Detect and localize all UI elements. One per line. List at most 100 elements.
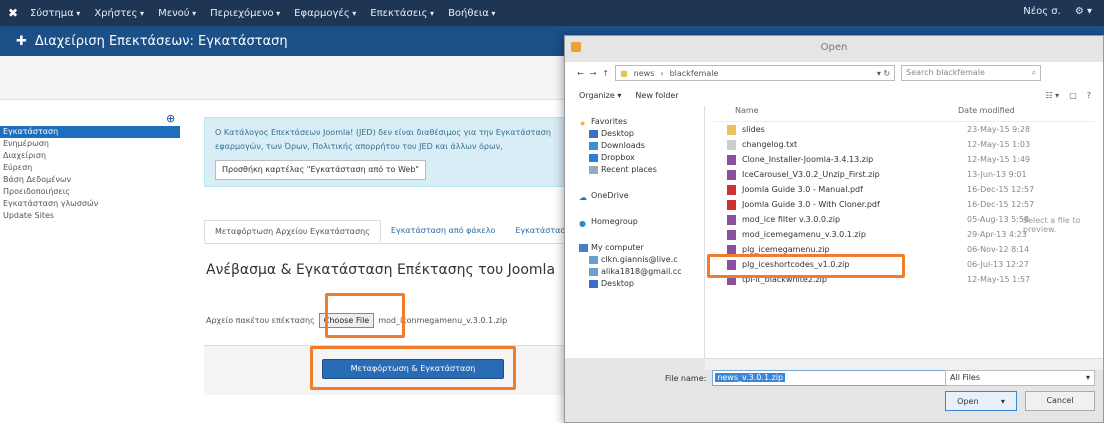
menu-users[interactable]: Χρήστες xyxy=(94,8,144,19)
puzzle-icon: ✚ xyxy=(16,33,27,49)
file-list: slides 23-May-15 9:28 changelog.txt 12-May-… xyxy=(713,122,1095,287)
file-row[interactable]: Joomla Guide 3.0 - With Cloner.pdf 16-Dec… xyxy=(713,197,1095,212)
upload-section-title: Ανέβασμα & Εγκατάσταση Επέκτασης του Joo… xyxy=(206,262,556,278)
search-input[interactable]: Search blackfemale ⌕ xyxy=(901,65,1042,81)
joomla-logo-icon[interactable]: ✖ xyxy=(0,6,26,20)
open-button[interactable]: Open ▾ xyxy=(945,391,1017,411)
menu-extensions[interactable]: Επεκτάσεις xyxy=(370,8,434,19)
cancel-button[interactable]: Cancel xyxy=(1025,391,1095,411)
file-row[interactable]: Joomla Guide 3.0 - Manual.pdf 16-Dec-15 1… xyxy=(713,182,1095,197)
menu-system[interactable]: Σύστημα xyxy=(30,8,80,19)
nav-favorites[interactable]: ★ Favorites xyxy=(579,116,704,128)
up-arrow-icon[interactable]: ↑ xyxy=(602,69,609,78)
file-name: slides xyxy=(742,125,765,134)
file-icon xyxy=(727,199,736,210)
file-name: tpl-it_blackwhite2.zip xyxy=(742,275,827,284)
file-date: 06-Nov-12 8:14 xyxy=(967,245,1030,254)
menu-components[interactable]: Εφαρμογές xyxy=(294,8,356,19)
menu-help[interactable]: Βοήθεια xyxy=(448,8,495,19)
dialog-titlebar: Open xyxy=(565,36,1103,60)
address-bar[interactable]: ■ news › blackfemale ▾ ↻ xyxy=(615,65,896,81)
sidebar-item-discover[interactable]: Εύρεση xyxy=(0,162,180,174)
tab-install-from-folder[interactable]: Εγκατάσταση από φάκελο xyxy=(381,220,505,243)
cloud-icon: ☁ xyxy=(579,192,587,202)
package-file-label: Αρχείο πακέτου επέκτασης xyxy=(206,316,315,325)
file-date: 29-Apr-13 4:23 xyxy=(967,230,1027,239)
file-name: changelog.txt xyxy=(742,140,798,149)
column-name[interactable]: Name xyxy=(713,106,958,121)
sidebar-item-install[interactable]: Εγκατάσταση xyxy=(0,126,180,138)
sidebar-item-install-languages[interactable]: Εγκατάσταση γλωσσών xyxy=(0,198,180,210)
filename-label: File name: xyxy=(665,373,707,383)
file-list-pane: Name Date modified slides 23-May-15 9:28 c… xyxy=(705,106,1103,358)
breadcrumb-blackfemale[interactable]: blackfemale xyxy=(670,69,719,78)
alert-line-2: εφαρμογών, των Όρων, Πολιτικής απορρήτου… xyxy=(215,142,503,151)
sidebar-item-warnings[interactable]: Προειδοποιήσεις xyxy=(0,186,180,198)
choose-file-button[interactable]: Choose File xyxy=(318,313,375,328)
sidebar: ⊕ Εγκατάσταση Ενημέρωση Διαχείριση Εύρεσ… xyxy=(0,112,180,222)
nav-desktop[interactable]: Desktop xyxy=(579,128,704,140)
upload-install-button[interactable]: Μεταφόρτωση & Εγκατάσταση xyxy=(322,359,504,379)
sidebar-item-manage[interactable]: Διαχείριση xyxy=(0,150,180,162)
help-icon[interactable]: ? xyxy=(1087,91,1091,100)
add-web-install-tab-button[interactable]: Προσθήκη καρτέλας "Εγκατάσταση από το We… xyxy=(215,160,427,180)
new-folder-button[interactable]: New folder xyxy=(635,91,678,100)
gear-icon[interactable]: ⚙ ▾ xyxy=(1075,6,1092,17)
file-row[interactable]: tpl-it_blackwhite2.zip 12-May-15 1:57 xyxy=(713,272,1095,287)
file-date: 05-Aug-13 5:58 xyxy=(967,215,1030,224)
site-link[interactable]: Νέος σ. xyxy=(1023,6,1061,17)
collapse-sidebar-icon[interactable]: ⊕ xyxy=(166,112,175,125)
file-name: Joomla Guide 3.0 - Manual.pdf xyxy=(742,185,863,194)
nav-desktop-2[interactable]: Desktop xyxy=(579,278,704,290)
chevron-down-icon: ▾ xyxy=(1085,373,1090,382)
file-row[interactable]: changelog.txt 12-May-15 1:03 xyxy=(713,137,1095,152)
file-row[interactable]: Clone_Installer-Joomla-3.4.13.zip 12-May-… xyxy=(713,152,1095,167)
file-row[interactable]: plg_icemegamenu.zip 06-Nov-12 8:14 xyxy=(713,242,1095,257)
menu-content[interactable]: Περιεχόμενο xyxy=(210,8,280,19)
menu-menus[interactable]: Μενού xyxy=(158,8,196,19)
sidebar-item-update[interactable]: Ενημέρωση xyxy=(0,138,180,150)
alert-line-1: Ο Κατάλογος Επεκτάσεων Joomla! (JED) δεν… xyxy=(215,128,551,137)
tab-upload-package[interactable]: Μεταφόρτωση Αρχείου Εγκατάστασης xyxy=(204,220,381,243)
file-date: 12-May-15 1:03 xyxy=(967,140,1031,149)
sidebar-item-update-sites[interactable]: Update Sites xyxy=(0,210,180,222)
file-row[interactable]: IceCarousel_V3.0.2_Unzip_First.zip 13-Jun… xyxy=(713,167,1095,182)
file-date: 06-Jul-13 12:27 xyxy=(967,260,1029,269)
column-date-modified[interactable]: Date modified xyxy=(958,106,1088,121)
navigation-pane: ★ Favorites Desktop Downloads Dropbox Rec… xyxy=(565,106,705,358)
file-date: 13-Jun-13 9:01 xyxy=(967,170,1027,179)
nav-homegroup[interactable]: ● Homegroup xyxy=(579,216,704,228)
horizontal-scrollbar[interactable] xyxy=(705,358,1103,370)
file-icon xyxy=(727,169,736,180)
organize-button[interactable]: Organize ▾ xyxy=(579,91,621,100)
nav-onedrive[interactable]: ☁ OneDrive xyxy=(579,190,704,202)
open-dropdown-icon: ▾ xyxy=(1000,396,1005,406)
search-icon: ⌕ xyxy=(1031,68,1037,77)
nav-dropbox[interactable]: Dropbox xyxy=(579,152,704,164)
file-icon xyxy=(727,214,736,225)
sidebar-item-database[interactable]: Βάση Δεδομένων xyxy=(0,174,180,186)
address-row: ← → ↑ ■ news › blackfemale ▾ ↻ Search bl… xyxy=(565,62,1103,84)
forward-arrow-icon[interactable]: → xyxy=(590,69,597,78)
preview-pane-icon[interactable]: ▢ xyxy=(1069,91,1077,100)
breadcrumb-news[interactable]: news xyxy=(634,69,655,78)
file-row[interactable]: slides 23-May-15 9:28 xyxy=(713,122,1095,137)
command-bar: Organize ▾ New folder ☷ ▾ ▢ ? xyxy=(565,84,1103,106)
nav-my-computer[interactable]: My computer xyxy=(579,242,704,254)
file-name: Joomla Guide 3.0 - With Cloner.pdf xyxy=(742,200,880,209)
file-date: 23-May-15 9:28 xyxy=(967,125,1031,134)
nav-recent-places[interactable]: Recent places xyxy=(579,164,704,176)
file-icon xyxy=(727,244,736,255)
nav-account-2[interactable]: alika1818@gmail.cc xyxy=(579,266,704,278)
admin-topbar: ✖ Σύστημα Χρήστες Μενού Περιεχόμενο Εφαρ… xyxy=(0,0,1104,26)
file-type-select[interactable]: All Files ▾ xyxy=(945,370,1095,386)
view-options-icon[interactable]: ☷ ▾ xyxy=(1045,91,1059,100)
file-name: plg_icemegamenu.zip xyxy=(742,245,830,254)
computer-icon xyxy=(579,243,588,252)
file-icon xyxy=(727,154,736,165)
file-row[interactable]: plg_iceshortcodes_v1.0.zip 06-Jul-13 12:2… xyxy=(713,257,1095,272)
file-date: 12-May-15 1:49 xyxy=(967,155,1031,164)
nav-downloads[interactable]: Downloads xyxy=(579,140,704,152)
nav-account-1[interactable]: clkn.giannis@live.c xyxy=(579,254,704,266)
back-arrow-icon[interactable]: ← xyxy=(577,69,584,78)
